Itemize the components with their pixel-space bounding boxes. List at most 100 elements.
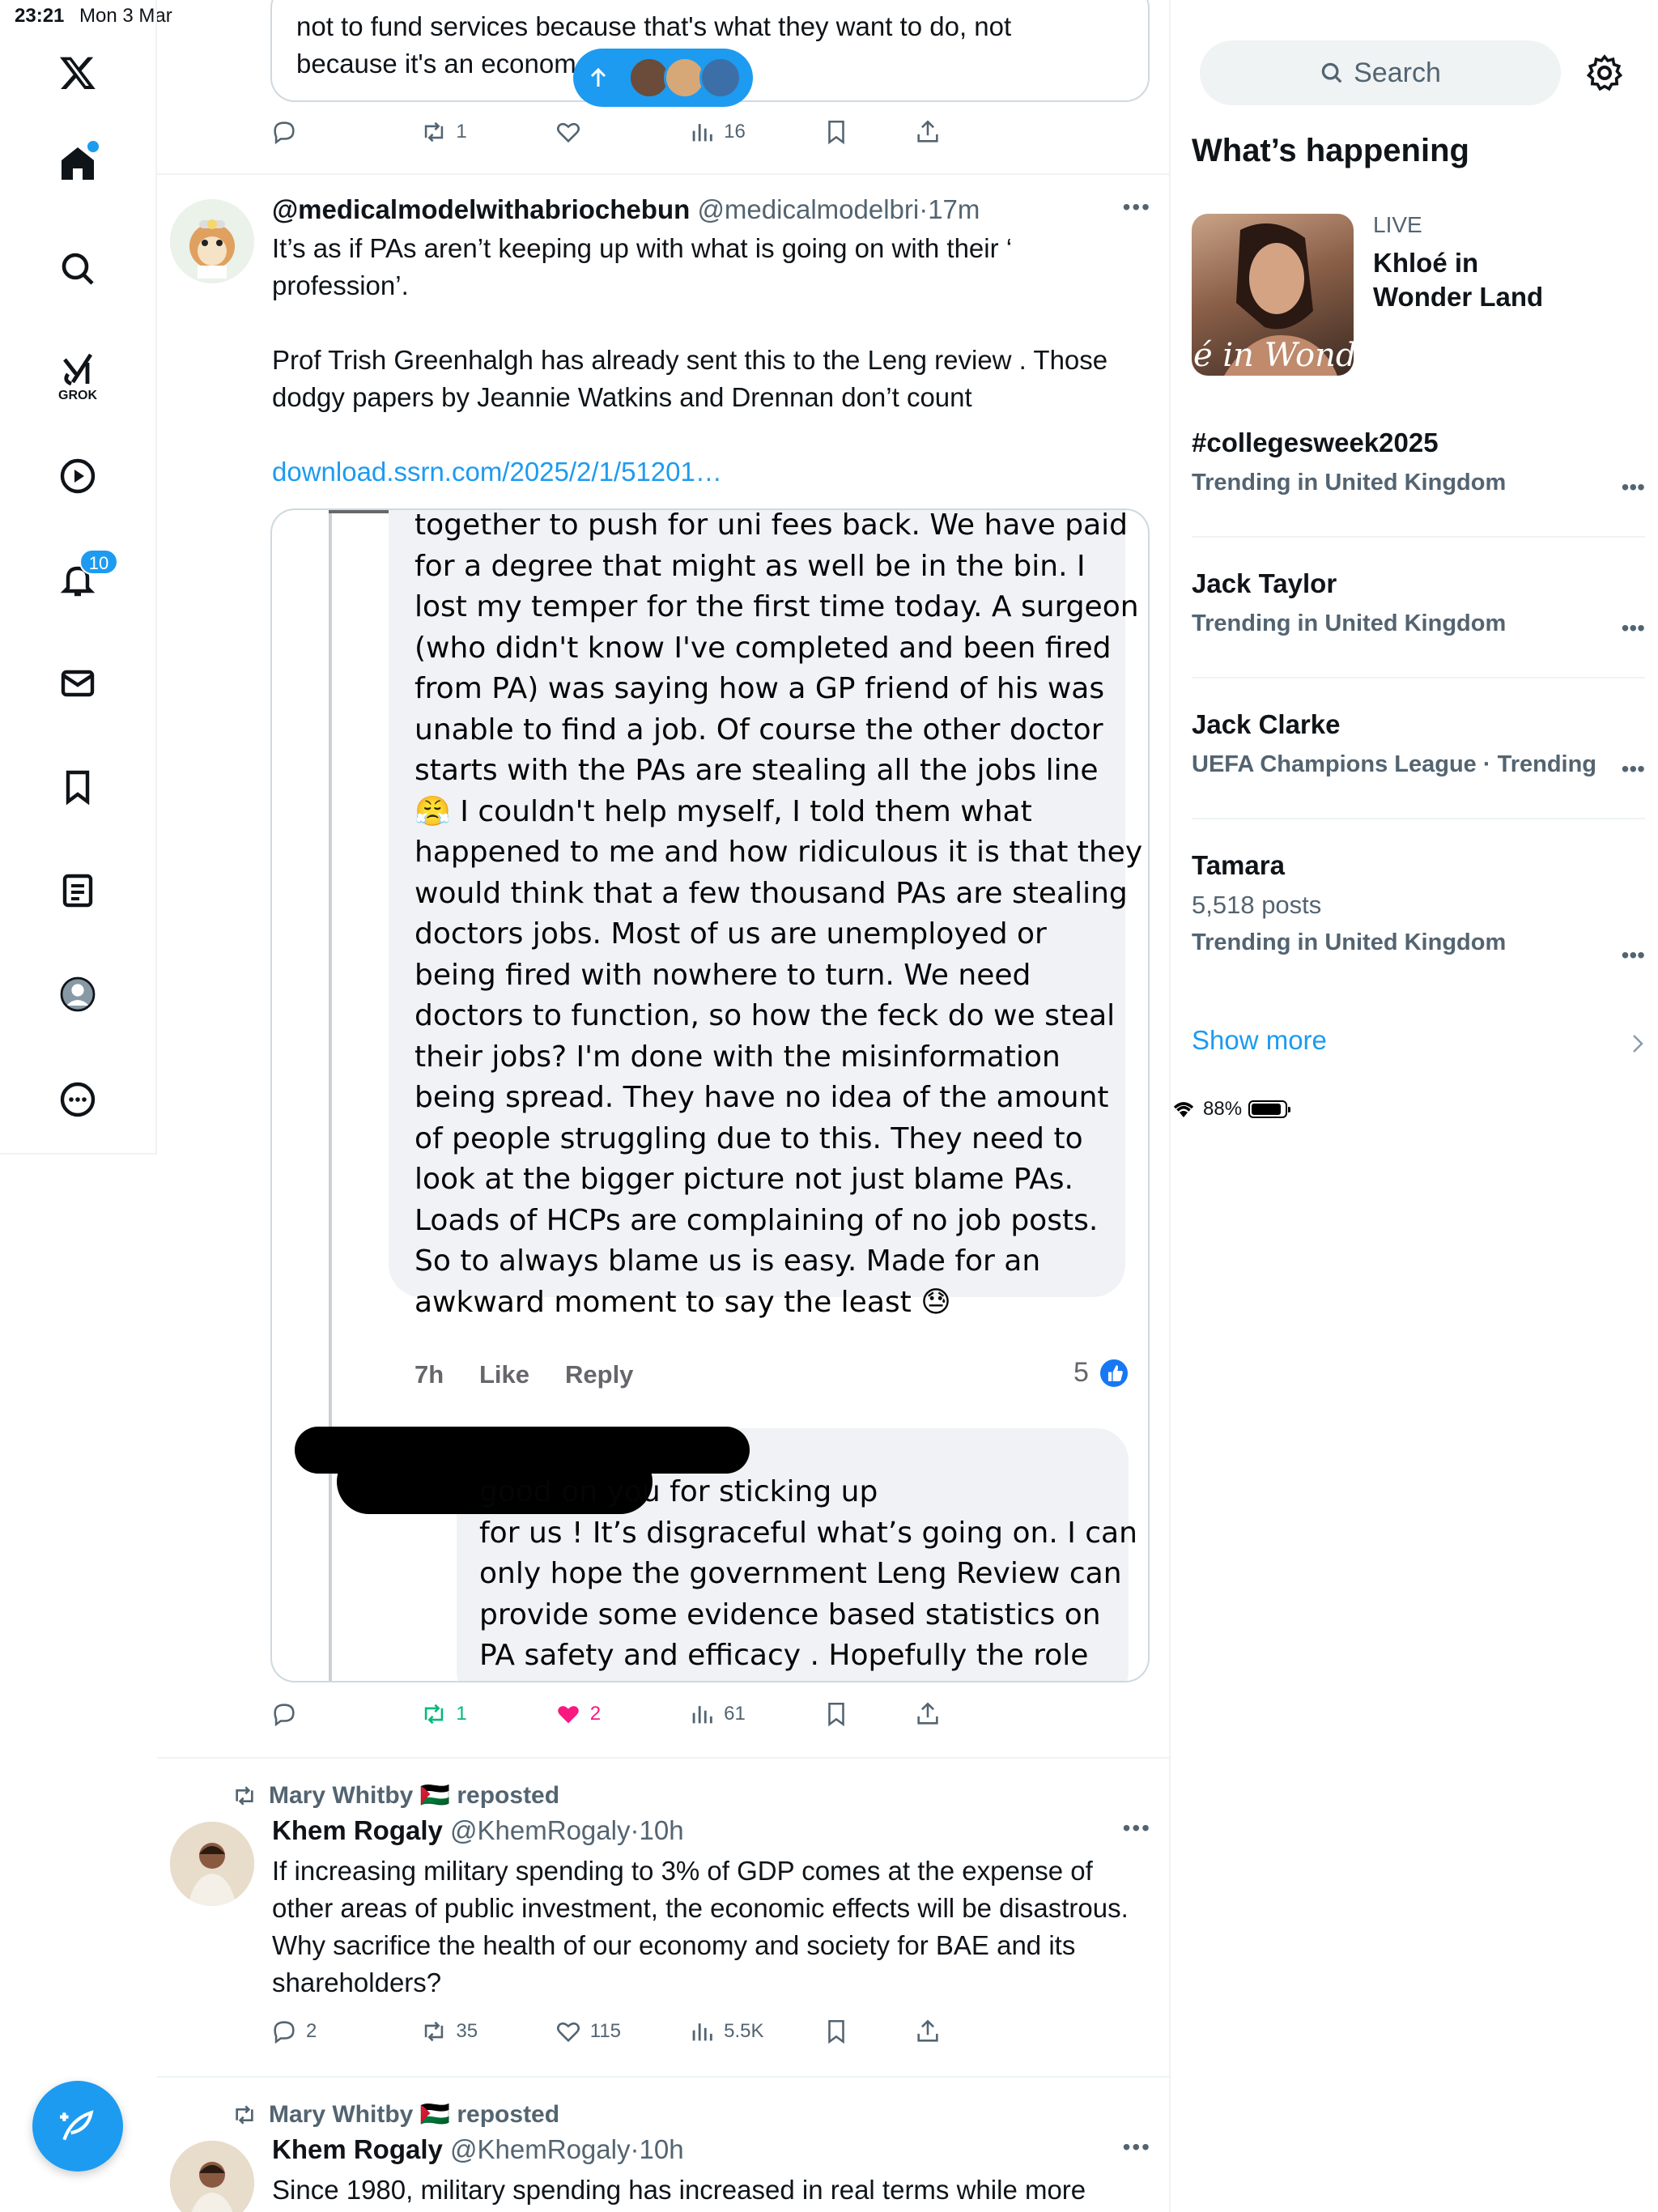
like-button[interactable]: [555, 118, 688, 146]
comment-line: only hope the government Leng Review can: [479, 1557, 1122, 1590]
messages-envelope-icon[interactable]: [52, 657, 104, 709]
share-icon: [917, 1702, 938, 1725]
post-actions: 1 2 61: [270, 1700, 1048, 1728]
reply-button[interactable]: [270, 118, 404, 146]
post-image-screenshot[interactable]: together to push for uni fees back. We h…: [270, 508, 1150, 1682]
home-icon[interactable]: [52, 138, 104, 189]
notifications-bell-icon[interactable]: 10: [52, 549, 118, 606]
post-more-icon[interactable]: •••: [1123, 2134, 1151, 2160]
share-button[interactable]: [914, 2018, 1048, 2045]
bookmark-icon: [827, 2019, 844, 2044]
home-unread-dot: [87, 141, 99, 152]
author-handle[interactable]: @KhemRogaly: [450, 2134, 630, 2164]
reaction-count: 5: [1073, 1357, 1089, 1388]
retweet-button[interactable]: 35: [420, 2018, 554, 2045]
bookmark-button[interactable]: [823, 1700, 914, 1728]
new-posts-pill[interactable]: [573, 49, 753, 107]
views-bar-icon: [692, 124, 712, 142]
hamster-doctor-avatar-icon: [170, 199, 254, 283]
comment-time: 7h: [414, 1360, 444, 1389]
left-navigation: GROK 10: [0, 0, 157, 1155]
video-icon[interactable]: [52, 450, 104, 502]
trend-item[interactable]: Jack Clarke UEFA Champions League · Tren…: [1192, 709, 1645, 781]
bookmark-button[interactable]: [823, 118, 914, 146]
bookmark-icon: [827, 120, 844, 145]
trend-more-icon[interactable]: •••: [1622, 756, 1645, 782]
author-display-name[interactable]: Khem Rogaly: [272, 1815, 443, 1845]
like-button[interactable]: 2: [555, 1700, 688, 1728]
post-divider: [157, 173, 1171, 175]
share-button[interactable]: [914, 1700, 1048, 1728]
settings-gear-icon[interactable]: [1585, 53, 1624, 92]
grok-icon[interactable]: GROK: [52, 343, 104, 402]
bookmark-button[interactable]: [823, 2018, 914, 2045]
views-button[interactable]: 61: [688, 1700, 822, 1728]
share-icon: [917, 2019, 938, 2042]
trend-item[interactable]: #collegesweek2025 Trending in United Kin…: [1192, 428, 1645, 500]
author-handle[interactable]: @KhemRogaly: [450, 1815, 630, 1845]
reply-button[interactable]: 2: [270, 2018, 404, 2045]
reply-icon: [274, 1704, 295, 1727]
reply-button[interactable]: [270, 1700, 404, 1728]
timeline-feed[interactable]: not to fund services because that's what…: [157, 0, 1171, 2212]
views-button[interactable]: 16: [688, 118, 822, 146]
author-avatar[interactable]: [170, 2141, 254, 2212]
heart-icon: [556, 2022, 580, 2043]
trend-separator: [1192, 536, 1645, 538]
comment-line: for a degree that might as well be in th…: [414, 549, 1086, 583]
author-avatar[interactable]: [170, 1822, 254, 1906]
search-icon[interactable]: [52, 243, 104, 295]
trend-item[interactable]: Tamara 5,518 posts Trending in United Ki…: [1192, 850, 1645, 968]
trend-separator: [1192, 677, 1645, 678]
search-icon: [1321, 62, 1342, 83]
trend-item[interactable]: Jack Taylor Trending in United Kingdom •…: [1192, 568, 1645, 640]
comment-line: 😤 I couldn't help myself, I told them wh…: [414, 794, 1032, 828]
author-avatar[interactable]: [170, 199, 254, 283]
search-input[interactable]: Search: [1200, 40, 1561, 105]
trend-more-icon[interactable]: •••: [1622, 942, 1645, 968]
comment-line: from PA) was saying how a GP friend of h…: [414, 672, 1105, 705]
trend-more-icon[interactable]: •••: [1622, 474, 1645, 500]
post-text: It’s as if PAs aren’t keeping up with wh…: [272, 230, 1146, 491]
post-more-icon[interactable]: •••: [1123, 194, 1151, 220]
share-button[interactable]: [914, 118, 1048, 146]
show-more-link[interactable]: Show more: [1192, 1025, 1327, 1056]
comment-line: together to push for uni fees back. We h…: [414, 508, 1128, 542]
comment-2-text: good on you for sticking up for us ! It’s…: [479, 1472, 1137, 1677]
post-link[interactable]: download.ssrn.com/2025/2/1/51201…: [272, 453, 1146, 491]
author-display-name[interactable]: @medicalmodelwithabriochebun: [272, 194, 690, 224]
live-event-title[interactable]: Khloé in Wonder Land: [1373, 246, 1567, 314]
trend-more-icon[interactable]: •••: [1622, 615, 1645, 641]
post-timestamp[interactable]: 17m: [928, 194, 980, 224]
post-text: Since 1980, military spending has increa…: [272, 2175, 1086, 2205]
more-options-icon[interactable]: [52, 1074, 104, 1125]
post-timestamp[interactable]: 10h: [639, 2134, 683, 2164]
comment-line: awkward moment to say the least 😓: [414, 1285, 951, 1319]
profile-avatar-icon[interactable]: [52, 968, 104, 1020]
compose-post-button[interactable]: [32, 2081, 123, 2172]
like-button[interactable]: 115: [555, 2018, 688, 2045]
author-handle[interactable]: @medicalmodelbri: [697, 194, 919, 224]
retweet-button[interactable]: 1: [420, 118, 554, 146]
comment-line: doctors to function, so how the feck do …: [414, 999, 1116, 1032]
person-avatar-icon: [170, 2141, 254, 2212]
live-event-thumbnail[interactable]: é in Wonder L: [1192, 214, 1354, 376]
retweet-button[interactable]: 1: [420, 1700, 554, 1728]
person-avatar-icon: [170, 1822, 254, 1906]
post-divider: [157, 1757, 1171, 1759]
reply-icon: [274, 121, 295, 145]
author-display-name[interactable]: Khem Rogaly: [272, 2134, 443, 2164]
bookmarks-icon[interactable]: [52, 761, 104, 813]
comment-line: would think that a few thousand PAs are …: [414, 876, 1128, 910]
post-timestamp[interactable]: 10h: [639, 1815, 683, 1845]
bookmark-icon: [827, 1702, 844, 1727]
comment-line: So to always blame us is easy. Made for …: [414, 1244, 1041, 1278]
views-button[interactable]: 5.5K: [688, 2018, 822, 2045]
live-label: LIVE: [1373, 212, 1422, 237]
lists-icon[interactable]: [52, 865, 104, 917]
post-more-icon[interactable]: •••: [1123, 1815, 1151, 1841]
comment-line: happened to me and how ridiculous it is …: [414, 836, 1143, 869]
comment-line: lost my temper for the first time today.…: [414, 590, 1139, 623]
x-logo-icon[interactable]: [52, 47, 104, 99]
trend-post-count: 5,518 posts: [1192, 891, 1322, 919]
